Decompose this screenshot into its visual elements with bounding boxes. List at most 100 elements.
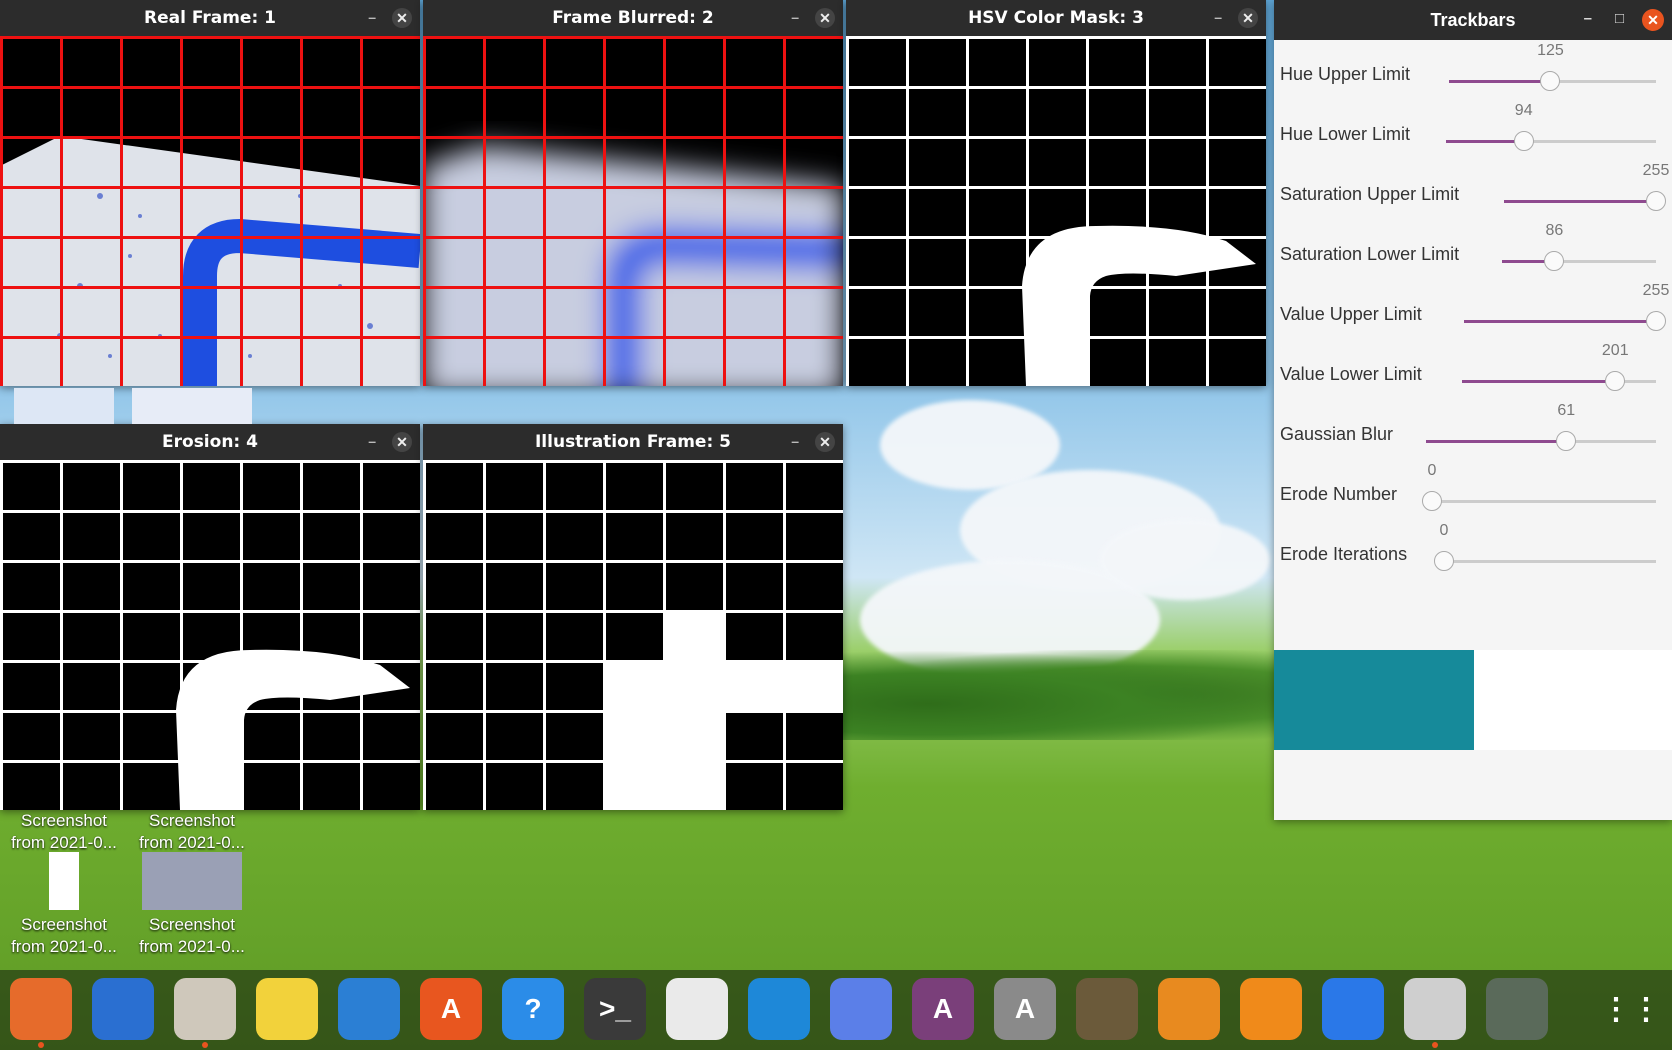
- trackbar-slider[interactable]: [1426, 431, 1656, 451]
- desktop-file-1[interactable]: [2, 388, 126, 428]
- trackbar-slider[interactable]: [1434, 551, 1656, 571]
- real-frame-image: [0, 36, 420, 386]
- help-icon[interactable]: ?: [502, 978, 564, 1040]
- desktop-file-name: Screenshot from 2021-0...: [11, 811, 117, 852]
- text-editor-icon[interactable]: [666, 978, 728, 1040]
- app-grid-icon[interactable]: ⋮⋮: [1600, 978, 1662, 1040]
- blurred-frame-titlebar[interactable]: Frame Blurred: 2 – ✕: [423, 0, 843, 36]
- desktop-file-5[interactable]: Screenshot from 2021-0...: [2, 852, 126, 958]
- box-icon[interactable]: [1158, 978, 1220, 1040]
- trackbars-window[interactable]: Trackbars – □ ✕ Hue Upper Limit 125 Hue Lo…: [1274, 0, 1672, 820]
- screenshot-icon[interactable]: [830, 978, 892, 1040]
- trackbar-value: 125: [1537, 42, 1564, 59]
- close-icon[interactable]: ✕: [815, 8, 835, 28]
- desktop-file-name: Screenshot from 2021-0...: [11, 915, 117, 956]
- window-title: HSV Color Mask: 3: [968, 8, 1144, 28]
- trackbar-value: 61: [1557, 402, 1576, 419]
- close-icon[interactable]: ✕: [1642, 9, 1664, 31]
- minimize-icon[interactable]: –: [791, 433, 799, 449]
- trackbar-row: Saturation Upper Limit 255: [1274, 162, 1672, 222]
- trackbar-thumb[interactable]: [1540, 71, 1561, 91]
- trackbar-slider[interactable]: [1449, 71, 1656, 91]
- trackbar-thumb[interactable]: [1646, 191, 1666, 211]
- trackbar-thumb[interactable]: [1422, 491, 1442, 511]
- blender-icon[interactable]: [1240, 978, 1302, 1040]
- thunderbird-icon[interactable]: [92, 978, 154, 1040]
- trackbar-fill: [1446, 140, 1524, 143]
- desktop-file-3[interactable]: Screenshot from 2021-0...: [2, 810, 126, 854]
- hsv-mask-window[interactable]: HSV Color Mask: 3 – ✕: [846, 0, 1266, 386]
- real-frame-window[interactable]: Real Frame: 1 – ✕: [0, 0, 420, 386]
- minimize-icon[interactable]: –: [368, 9, 376, 25]
- trackbar-slider[interactable]: [1464, 311, 1666, 331]
- file-thumbnail: [49, 852, 79, 910]
- minimize-icon[interactable]: –: [791, 9, 799, 25]
- trackbar-thumb[interactable]: [1556, 431, 1577, 451]
- close-icon[interactable]: ✕: [1238, 8, 1258, 28]
- trackbar-fill: [1426, 440, 1567, 443]
- trackbar-slider[interactable]: [1446, 131, 1656, 151]
- running-indicator: [202, 1042, 208, 1048]
- chromium-icon[interactable]: [1322, 978, 1384, 1040]
- trackbar-value: 255: [1642, 282, 1670, 299]
- trackbar-fill: [1504, 200, 1656, 203]
- running-indicator: [1432, 1042, 1438, 1048]
- firefox-icon[interactable]: [10, 978, 72, 1040]
- minimize-icon[interactable]: –: [1584, 10, 1592, 27]
- erosion-titlebar[interactable]: Erosion: 4 – ✕: [0, 424, 420, 460]
- trackbar-fill: [1462, 380, 1616, 383]
- trackbar-slider[interactable]: [1422, 491, 1656, 511]
- trackbar-thumb[interactable]: [1544, 251, 1565, 271]
- erosion-window[interactable]: Erosion: 4 – ✕: [0, 424, 420, 810]
- file-thumbnail: [14, 388, 114, 424]
- desktop-file-2[interactable]: [130, 388, 254, 428]
- trackbar-slider[interactable]: [1502, 251, 1656, 271]
- minimize-icon[interactable]: –: [1214, 9, 1222, 25]
- trackbar-value: 0: [1427, 462, 1437, 479]
- trackbar-row: Gaussian Blur 61: [1274, 402, 1672, 462]
- trackbar-row: Saturation Lower Limit 86: [1274, 222, 1672, 282]
- trackbar-slider[interactable]: [1462, 371, 1656, 391]
- active-window-icon[interactable]: [1486, 978, 1548, 1040]
- file-thumbnail: [142, 852, 242, 910]
- rhythmbox-icon[interactable]: [256, 978, 318, 1040]
- close-icon[interactable]: ✕: [815, 432, 835, 452]
- illustration-image: [423, 460, 843, 810]
- window-title: Frame Blurred: 2: [552, 8, 714, 28]
- writer-icon[interactable]: [338, 978, 400, 1040]
- trackbar-fill: [1464, 320, 1656, 323]
- terminal-icon[interactable]: >_: [584, 978, 646, 1040]
- trackbar-thumb[interactable]: [1434, 551, 1454, 571]
- desktop-file-4[interactable]: Screenshot from 2021-0...: [130, 810, 254, 854]
- gimp-icon[interactable]: [1076, 978, 1138, 1040]
- trackbars-titlebar[interactable]: Trackbars – □ ✕: [1274, 0, 1672, 40]
- trackbar-thumb[interactable]: [1646, 311, 1666, 331]
- image-viewer-icon[interactable]: [1404, 978, 1466, 1040]
- real-frame-titlebar[interactable]: Real Frame: 1 – ✕: [0, 0, 420, 36]
- trackbar-label: Hue Upper Limit: [1280, 64, 1411, 84]
- desktop-file-6[interactable]: Screenshot from 2021-0...: [130, 852, 254, 958]
- erosion-image: [0, 460, 420, 810]
- close-icon[interactable]: ✕: [392, 432, 412, 452]
- trackbar-thumb[interactable]: [1605, 371, 1626, 391]
- blurred-frame-window[interactable]: Frame Blurred: 2 – ✕: [423, 0, 843, 386]
- minimize-icon[interactable]: –: [368, 433, 376, 449]
- hsv-color-preview: [1274, 650, 1474, 750]
- app-b-icon[interactable]: A: [994, 978, 1056, 1040]
- software-icon[interactable]: A: [420, 978, 482, 1040]
- app-a-icon[interactable]: A: [912, 978, 974, 1040]
- trackbar-thumb[interactable]: [1513, 131, 1534, 151]
- window-title: Erosion: 4: [162, 432, 258, 452]
- files-icon[interactable]: [174, 978, 236, 1040]
- maximize-icon[interactable]: □: [1615, 10, 1624, 27]
- trackbar-row: Value Upper Limit 255: [1274, 282, 1672, 342]
- hsv-mask-titlebar[interactable]: HSV Color Mask: 3 – ✕: [846, 0, 1266, 36]
- trackbar-row: Value Lower Limit 201: [1274, 342, 1672, 402]
- close-icon[interactable]: ✕: [392, 8, 412, 28]
- vscode-icon[interactable]: [748, 978, 810, 1040]
- dock: A? >_ A A ⋮⋮: [0, 970, 1672, 1050]
- trackbar-row: Erode Number 0: [1274, 462, 1672, 522]
- illustration-window[interactable]: Illustration Frame: 5 – ✕: [423, 424, 843, 810]
- trackbar-slider[interactable]: [1504, 191, 1666, 211]
- illustration-titlebar[interactable]: Illustration Frame: 5 – ✕: [423, 424, 843, 460]
